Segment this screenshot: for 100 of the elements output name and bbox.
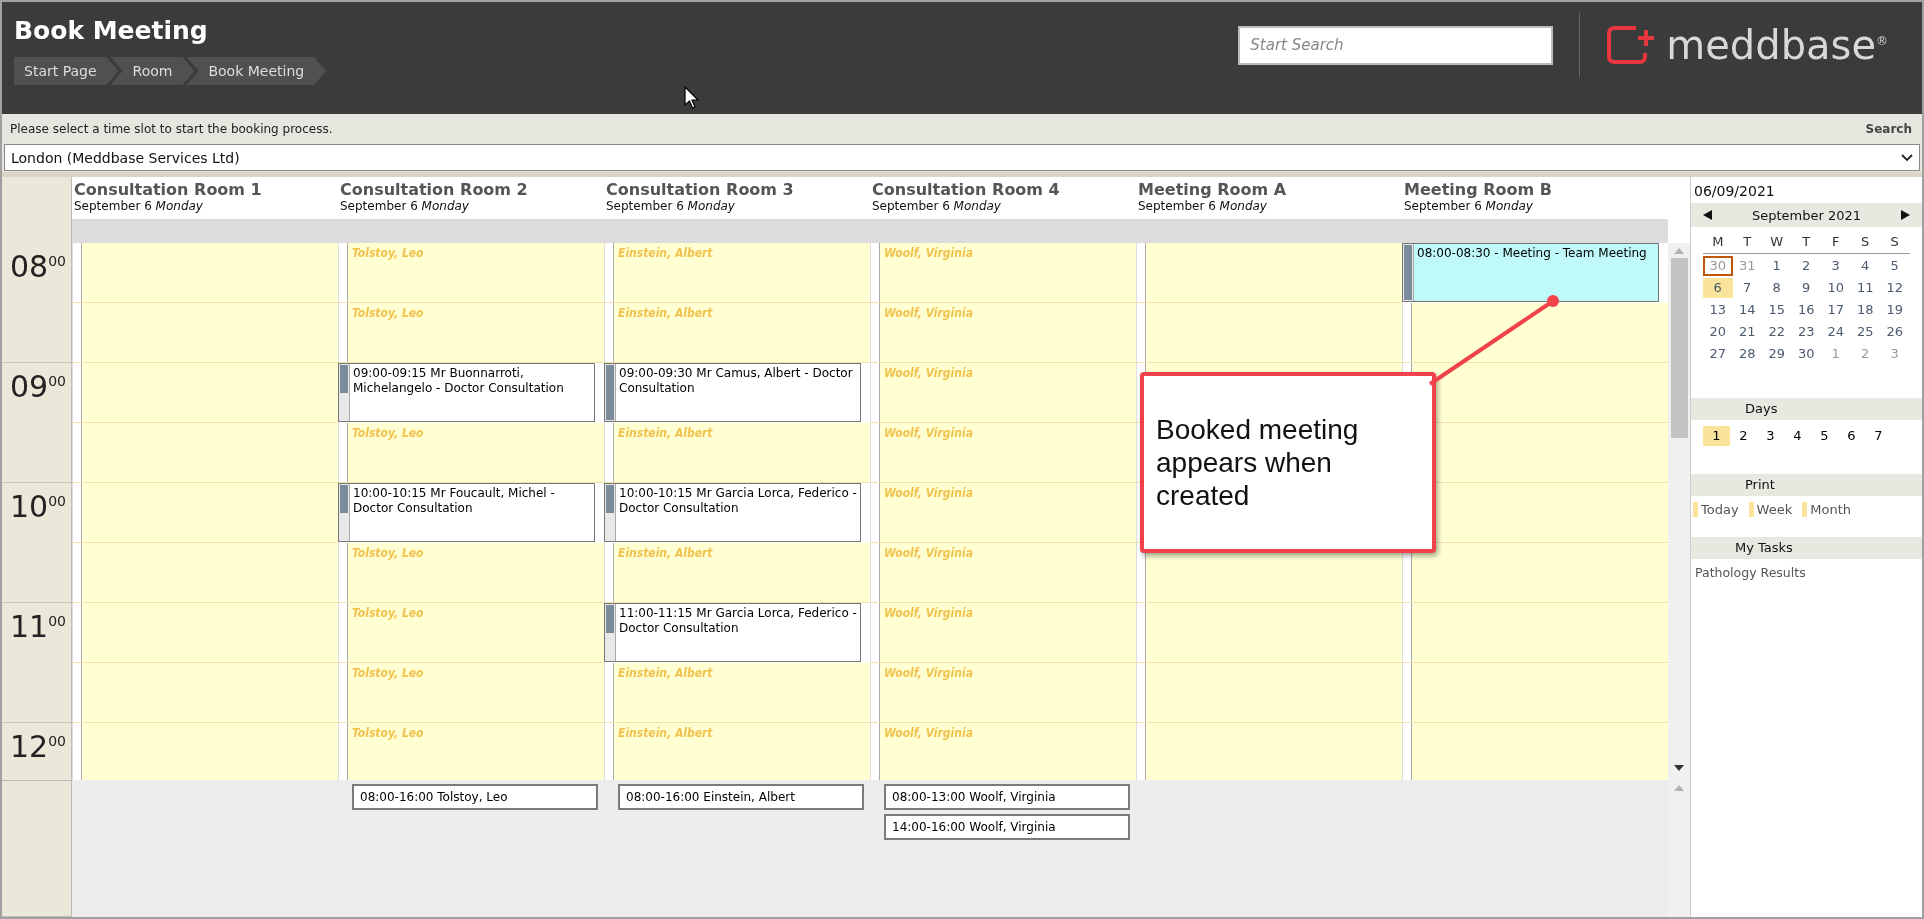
provider-name: Woolf, Virginia [884,426,974,440]
provider-name: Tolstoy, Leo [352,426,425,440]
scroll-up-icon[interactable] [1674,784,1684,791]
day-count-option[interactable]: 7 [1865,426,1892,446]
provider-name: Einstein, Albert [618,246,714,260]
print-option[interactable]: Month [1802,502,1851,517]
provider-name: Woolf, Virginia [884,726,974,740]
provider-name: Woolf, Virginia [884,606,974,620]
calendar-day[interactable]: 1 [1762,256,1792,276]
provider-name: Woolf, Virginia [884,546,974,560]
appointment-booking[interactable]: 10:00-10:15 Mr Foucault, Michel - Doctor Consultation [338,483,595,542]
task-link[interactable]: Pathology Results [1691,559,1922,586]
calendar-day[interactable]: 14 [1732,300,1762,320]
provider-name: Woolf, Virginia [884,306,974,320]
breadcrumb-link[interactable]: Book Meeting [186,57,327,85]
calendar-day[interactable]: 21 [1732,322,1762,342]
day-count-option[interactable]: 4 [1784,426,1811,446]
previous-month-icon[interactable] [1703,210,1712,220]
room-name: Consultation Room 3 [606,180,795,199]
session-block[interactable]: 14:00-16:00 Woolf, Virginia [884,814,1130,840]
appointment-booking[interactable]: 10:00-10:15 Mr Garcia Lorca, Federico - Doctor Consultation [604,483,861,542]
time-slot[interactable] [1402,543,1668,602]
calendar-day[interactable]: 26 [1880,322,1910,342]
search-field[interactable]: Start Search [1238,25,1554,65]
calendar-day[interactable]: 7 [1732,278,1762,298]
chevron-down-icon [1901,153,1913,162]
calendar-day[interactable]: 18 [1850,300,1880,320]
calendar-day[interactable]: 22 [1762,322,1792,342]
room-name: Meeting Room B [1404,180,1553,199]
weekday-label: M [1703,231,1733,254]
calendar-day[interactable]: 3 [1821,256,1851,276]
print-option[interactable]: Week [1748,502,1793,517]
appointment-booking[interactable]: 09:00-09:30 Mr Camus, Albert - Doctor Consultation [604,363,861,422]
provider-name: Einstein, Albert [618,306,714,320]
column-date: September 6 Monday [74,199,204,213]
room-name: Meeting Room A [1138,180,1288,199]
time-slot[interactable] [1402,303,1668,362]
day-count-option[interactable]: 2 [1730,426,1757,446]
calendar-day[interactable]: 20 [1703,322,1733,342]
section-heading: My Tasks [1691,537,1922,559]
booking-text: 08:00-08:30 - Meeting - Team Meeting [1416,245,1648,262]
calendar-day[interactable]: 12 [1880,278,1910,298]
calendar-day[interactable]: 13 [1703,300,1733,320]
location-dropdown[interactable]: London (Meddbase Services Ltd) [4,144,1920,171]
scroll-up-icon[interactable] [1674,247,1684,254]
print-option[interactable]: Today [1693,502,1739,517]
session-block[interactable]: 08:00-13:00 Woolf, Virginia [884,784,1130,810]
calendar-day[interactable]: 4 [1850,256,1880,276]
session-block[interactable]: 08:00-16:00 Einstein, Albert [618,784,864,810]
scroll-down-icon[interactable] [1674,765,1684,772]
search-link[interactable]: Search [1865,122,1912,136]
next-month-icon[interactable] [1901,210,1910,220]
weekday-label: S [1880,231,1910,254]
selected-date: 06/09/2021 [1693,182,1776,201]
scrollbar-thumb[interactable] [1670,258,1688,438]
provider-name: Tolstoy, Leo [352,246,425,260]
day-count-option[interactable]: 5 [1811,426,1838,446]
meeting-booking[interactable]: 08:00-08:30 - Meeting - Team Meeting [1402,243,1659,302]
breadcrumb-link[interactable]: Start Page [14,57,119,85]
provider-name: Woolf, Virginia [884,486,974,500]
callout-tooltip: Booked meeting appears when created [1140,372,1436,553]
calendar-day[interactable]: 27 [1703,344,1733,364]
calendar-day[interactable]: 8 [1762,278,1792,298]
mouse-pointer-icon [684,86,700,110]
calendar-day[interactable]: 16 [1791,300,1821,320]
calendar-day[interactable]: 23 [1791,322,1821,342]
calendar-day[interactable]: 15 [1762,300,1792,320]
calendar-day[interactable]: 29 [1762,344,1792,364]
provider-name: Tolstoy, Leo [352,606,425,620]
calendar-day[interactable]: 25 [1850,322,1880,342]
session-block[interactable]: 08:00-16:00 Tolstoy, Leo [352,784,598,810]
calendar-day[interactable]: 11 [1850,278,1880,298]
day-count-option[interactable]: 6 [1838,426,1865,446]
room-name: Consultation Room 1 [74,180,263,199]
hour-label: 08$^{00}$ [2,243,71,363]
appointment-booking[interactable]: 11:00-11:15 Mr Garcia Lorca, Federico - Doctor Consultation [604,603,861,662]
breadcrumb-link[interactable]: Room [110,57,195,85]
calendar-day[interactable]: 9 [1791,278,1821,298]
calendar-day[interactable]: 2 [1791,256,1821,276]
provider-name: Woolf, Virginia [884,666,974,680]
column-date: September 6 Monday [1404,199,1534,213]
calendar-day[interactable]: 5 [1880,256,1910,276]
appointment-booking[interactable]: 09:00-09:15 Mr Buonnarroti, Michelangelo - Doctor Consultation [338,363,595,422]
booking-text: 11:00-11:15 Mr Garcia Lorca, Federico - Doctor Consultation [618,605,858,637]
calendar-day[interactable]: 19 [1880,300,1910,320]
calendar-day[interactable]: 17 [1821,300,1851,320]
calendar-day[interactable]: 10 [1821,278,1851,298]
room-name: Consultation Room 2 [340,180,529,199]
calendar-day[interactable]: 28 [1732,344,1762,364]
calendar-day[interactable]: 24 [1821,322,1851,342]
section-heading: Print [1691,474,1922,496]
room-name: Consultation Room 4 [872,180,1061,199]
calendar-day[interactable]: 6 [1703,278,1733,298]
weekday-label: T [1791,231,1821,254]
weekday-label: F [1821,231,1851,254]
calendar-day[interactable]: 30 [1791,344,1821,364]
day-count-option[interactable]: 3 [1757,426,1784,446]
column-date: September 6 Monday [1138,199,1268,213]
provider-name: Tolstoy, Leo [352,306,425,320]
day-count-option[interactable]: 1 [1703,426,1730,446]
